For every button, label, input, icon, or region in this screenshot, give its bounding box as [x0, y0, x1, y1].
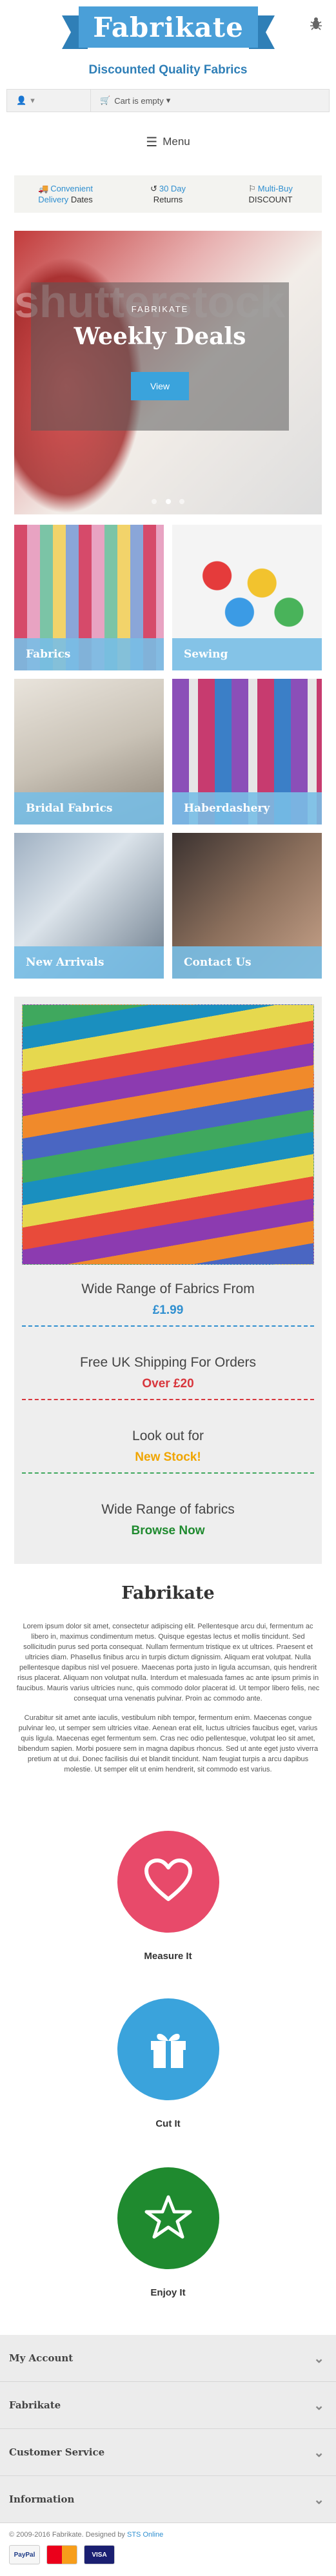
heart-icon — [144, 1858, 193, 1906]
feature-measure-it: Measure It — [0, 1831, 336, 1962]
feature-cut-it: Cut It — [0, 1998, 336, 2129]
hero-kicker: FABRIKATE — [131, 304, 189, 314]
about-section: Fabrikate Lorem ipsum dolor sit amet, co… — [14, 1583, 322, 1775]
site-header: Fabrikate Discounted Quality Fabrics — [0, 0, 336, 89]
topbar: 👤 ▾ 🛒 Cart is empty ▾ — [6, 89, 330, 112]
footer-customer-service[interactable]: Customer Service ⌄ — [0, 2429, 336, 2476]
menu-label: Menu — [163, 135, 190, 148]
account-button[interactable]: 👤 ▾ — [7, 90, 91, 112]
about-paragraph-1: Lorem ipsum dolor sit amet, consectetur … — [16, 1623, 320, 1703]
category-label: Bridal Fabrics — [14, 792, 164, 825]
hero-slider[interactable]: shutterstock FABRIKATE Weekly Deals View — [14, 231, 322, 514]
category-new-arrivals[interactable]: New Arrivals — [14, 833, 164, 979]
category-label: Contact Us — [172, 946, 322, 979]
category-sewing[interactable]: Sewing — [172, 525, 322, 670]
promo-fabrics-price[interactable]: Wide Range of Fabrics From £1.99 — [22, 1282, 314, 1327]
user-icon: 👤 — [16, 95, 27, 106]
site-footer: My Account ⌄ Fabrikate ⌄ Customer Servic… — [0, 2335, 336, 2571]
footer-information[interactable]: Information ⌄ — [0, 2476, 336, 2523]
slider-dot-2[interactable] — [165, 499, 171, 504]
logo[interactable]: Fabrikate — [62, 6, 275, 57]
usp-bar: 🚚 Convenient Delivery Dates ↺ 30 Day Retur… — [14, 175, 322, 213]
logo-text: Fabrikate — [93, 11, 244, 43]
chevron-down-icon: ⌄ — [313, 2492, 324, 2507]
category-fabrics[interactable]: Fabrics — [14, 525, 164, 670]
shopping-cart-icon: 🛒 — [100, 95, 111, 105]
feature-label: Enjoy It — [150, 2287, 186, 2298]
visa-icon: VISA — [84, 2545, 115, 2564]
category-label: New Arrivals — [14, 946, 164, 979]
usp-returns: ↺ 30 Day Returns — [150, 184, 186, 204]
category-haberdashery[interactable]: Haberdashery — [172, 679, 322, 825]
promo-browse-now[interactable]: Wide Range of fabrics Browse Now — [22, 1502, 314, 1538]
hamburger-icon: ☰ — [146, 135, 158, 150]
hero-title: Weekly Deals — [74, 323, 246, 350]
tag-icon: ⚐ — [248, 184, 256, 193]
copyright: © 2009-2016 Fabrikate. Designed by STS O… — [0, 2523, 336, 2539]
footer-fabrikate[interactable]: Fabrikate ⌄ — [0, 2382, 336, 2429]
promo-new-stock[interactable]: Look out for New Stock! — [22, 1429, 314, 1474]
return-icon: ↺ — [150, 184, 157, 193]
category-label: Haberdashery — [172, 792, 322, 825]
star-icon — [144, 2194, 193, 2243]
cart-text: Cart is empty — [114, 95, 164, 106]
category-grid: Fabrics Sewing Bridal Fabrics Haberdashe… — [14, 525, 322, 979]
feature-circle — [117, 1998, 219, 2100]
slider-dot-3[interactable] — [179, 499, 184, 504]
feature-label: Cut It — [155, 2118, 181, 2129]
feature-circle — [117, 2167, 219, 2269]
gift-icon — [146, 2025, 191, 2073]
category-label: Sewing — [172, 638, 322, 670]
chevron-down-icon: ⌄ — [313, 2397, 324, 2413]
mastercard-icon — [46, 2545, 77, 2564]
designer-link[interactable]: STS Online — [127, 2531, 163, 2539]
slider-dots — [14, 494, 322, 507]
fabric-swatches-image — [22, 1004, 314, 1265]
tagline: Discounted Quality Fabrics — [88, 63, 248, 77]
page: Fabrikate Discounted Quality Fabrics 👤 ▾… — [0, 0, 336, 2576]
usp-discount: ⚐ Multi-Buy DISCOUNT — [248, 184, 293, 204]
chevron-down-icon: ⌄ — [313, 2444, 324, 2460]
cart-button[interactable]: 🛒 Cart is empty ▾ — [91, 90, 329, 112]
hero-caption: FABRIKATE Weekly Deals View — [31, 282, 289, 431]
feature-enjoy-it: Enjoy It — [0, 2167, 336, 2298]
about-title: Fabrikate — [121, 1583, 215, 1603]
feature-label: Measure It — [144, 1951, 192, 1962]
payment-methods: PayPal VISA — [0, 2539, 336, 2571]
category-bridal-fabrics[interactable]: Bridal Fabrics — [14, 679, 164, 825]
feature-circle — [117, 1831, 219, 1933]
menu-toggle[interactable]: ☰ Menu — [0, 129, 336, 155]
slider-dot-1[interactable] — [152, 499, 157, 504]
bug-icon[interactable] — [308, 15, 324, 32]
footer-my-account[interactable]: My Account ⌄ — [0, 2335, 336, 2382]
about-paragraph-2: Curabitur sit amet ante iaculis, vestibu… — [17, 1714, 319, 1773]
truck-icon: 🚚 — [38, 184, 49, 193]
category-contact-us[interactable]: Contact Us — [172, 833, 322, 979]
paypal-icon: PayPal — [9, 2545, 40, 2564]
promo-free-shipping[interactable]: Free UK Shipping For Orders Over £20 — [22, 1355, 314, 1400]
usp-delivery: 🚚 Convenient Delivery Dates — [38, 184, 93, 204]
promo-panel: Wide Range of Fabrics From £1.99 Free UK… — [14, 997, 322, 1564]
hero-view-button[interactable]: View — [130, 372, 190, 400]
category-label: Fabrics — [14, 638, 164, 670]
chevron-down-icon: ⌄ — [313, 2350, 324, 2366]
